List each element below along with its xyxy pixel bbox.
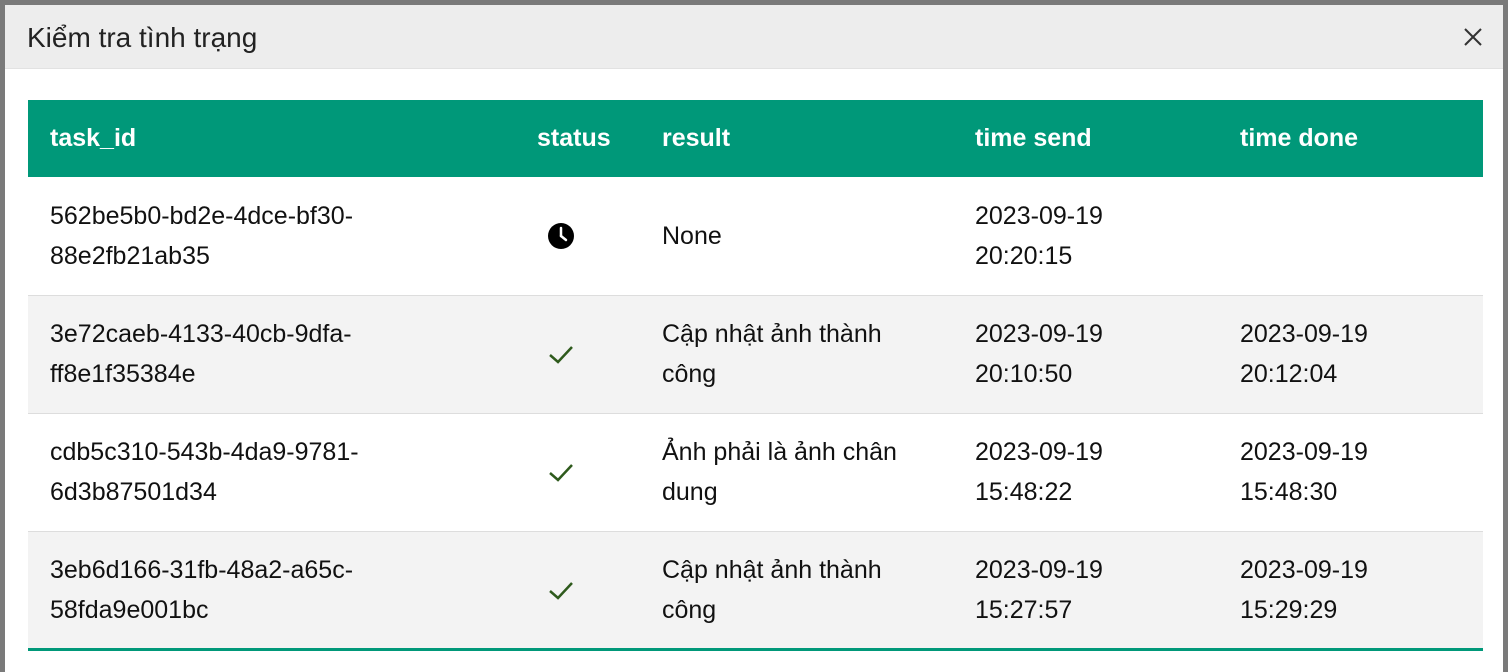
task-id-cell: 562be5b0-bd2e-4dce-bf30-88e2fb21ab35 [50,201,354,270]
time-send-cell: 2023-09-19 15:48:22 [975,438,1103,506]
table-row: cdb5c310-543b-4da9-9781-6d3b87501d34 Ảnh… [28,413,1483,531]
time-send-cell: 2023-09-19 20:10:50 [975,320,1103,388]
time-send-cell: 2023-09-19 20:20:15 [975,201,1103,270]
time-done-cell: 2023-09-19 20:12:04 [1240,320,1368,388]
time-done-cell: 2023-09-19 15:29:29 [1240,555,1368,624]
task-id-cell: 3eb6d166-31fb-48a2-a65c-58fda9e001bc [50,555,354,624]
dialog-title: Kiểm tra tình trạng [27,22,258,53]
result-cell: None [662,221,722,250]
dialog-header: Kiểm tra tình trạng [5,5,1503,69]
table-header-row: task_id status result time send time don… [28,100,1483,177]
close-icon [1464,28,1482,46]
table-row: 3eb6d166-31fb-48a2-a65c-58fda9e001bc Cập… [28,531,1483,649]
check-icon [549,581,573,600]
table-row: 3e72caeb-4133-40cb-9dfa-ff8e1f35384e Cập… [28,295,1483,413]
status-cell [515,295,640,413]
header-task-id: task_id [50,124,137,152]
time-send-cell: 2023-09-19 15:27:57 [975,555,1103,624]
header-result: result [662,124,731,152]
task-id-cell: cdb5c310-543b-4da9-9781-6d3b87501d34 [50,438,359,506]
time-done-cell [1218,177,1483,295]
result-cell: Ảnh phải là ảnh chân dung [662,438,897,506]
result-cell: Cập nhật ảnh thành công [662,320,882,388]
table-row: 562be5b0-bd2e-4dce-bf30-88e2fb21ab35 Non… [28,177,1483,295]
header-status: status [537,124,611,152]
header-time-send: time send [975,124,1092,152]
result-cell: Cập nhật ảnh thành công [662,555,882,624]
task-table-container: task_id status result time send time don… [28,100,1483,651]
check-icon [549,464,573,482]
clock-icon [548,222,574,249]
task-table: task_id status result time send time don… [28,100,1483,651]
task-id-cell: 3e72caeb-4133-40cb-9dfa-ff8e1f35384e [50,320,352,388]
close-button[interactable] [1461,25,1485,49]
time-done-cell: 2023-09-19 15:48:30 [1240,438,1368,506]
status-cell [515,531,640,649]
status-cell [515,177,640,295]
header-time-done: time done [1240,124,1359,152]
status-cell [515,413,640,531]
check-icon [549,346,573,364]
status-dialog: Kiểm tra tình trạng task_id status resul… [5,5,1503,672]
